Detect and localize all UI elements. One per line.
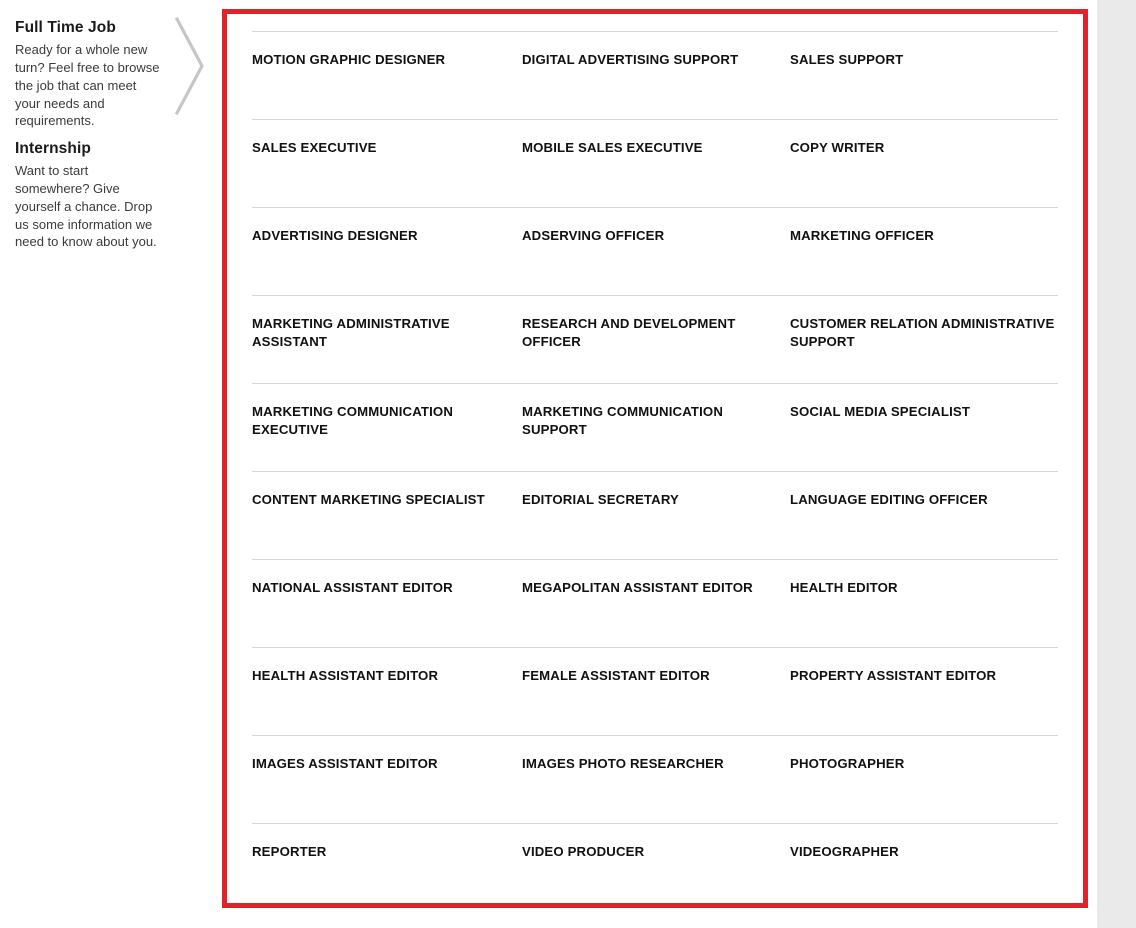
job-title: MOTION GRAPHIC DESIGNER (252, 52, 446, 67)
job-title: FEMALE ASSISTANT EDITOR (522, 668, 710, 683)
job-title: MOBILE SALES EXECUTIVE (522, 140, 703, 155)
sidebar-section-internship: Internship Want to start somewhere? Give… (15, 139, 162, 251)
job-title: HEALTH ASSISTANT EDITOR (252, 668, 439, 683)
job-row: REPORTER VIDEO PRODUCER VIDEOGRAPHER (252, 823, 1058, 911)
job-title: SOCIAL MEDIA SPECIALIST (790, 404, 971, 419)
job-listing-item[interactable]: LANGUAGE EDITING OFFICER (790, 472, 1058, 509)
job-title: REPORTER (252, 844, 327, 859)
job-listing-item[interactable]: PHOTOGRAPHER (790, 736, 1058, 773)
job-listing-item[interactable]: CUSTOMER RELATION ADMINISTRATIVE SUPPORT (790, 296, 1058, 351)
job-listing-item[interactable]: HEALTH ASSISTANT EDITOR (252, 648, 522, 685)
job-listing-item[interactable]: IMAGES PHOTO RESEARCHER (522, 736, 790, 773)
job-listing-item[interactable]: DIGITAL ADVERTISING SUPPORT (522, 32, 790, 69)
job-row: MOTION GRAPHIC DESIGNER DIGITAL ADVERTIS… (252, 31, 1058, 119)
job-title: CUSTOMER RELATION ADMINISTRATIVE SUPPORT (790, 316, 1055, 349)
job-listing-item[interactable]: MARKETING ADMINISTRATIVE ASSISTANT (252, 296, 522, 351)
job-row: SALES EXECUTIVE MOBILE SALES EXECUTIVE C… (252, 119, 1058, 207)
job-title: ADSERVING OFFICER (522, 228, 665, 243)
job-listing-item[interactable]: HEALTH EDITOR (790, 560, 1058, 597)
job-title: PHOTOGRAPHER (790, 756, 905, 771)
job-title: CONTENT MARKETING SPECIALIST (252, 492, 485, 507)
job-listing-item[interactable]: RESEARCH AND DEVELOPMENT OFFICER (522, 296, 790, 351)
job-listing-item[interactable]: ADSERVING OFFICER (522, 208, 790, 245)
job-listing-item[interactable]: EDITORIAL SECRETARY (522, 472, 790, 509)
job-title: COPY WRITER (790, 140, 885, 155)
job-title: VIDEOGRAPHER (790, 844, 899, 859)
job-title: DIGITAL ADVERTISING SUPPORT (522, 52, 739, 67)
job-title: EDITORIAL SECRETARY (522, 492, 679, 507)
job-row: HEALTH ASSISTANT EDITOR FEMALE ASSISTANT… (252, 647, 1058, 735)
job-listing-item[interactable]: IMAGES ASSISTANT EDITOR (252, 736, 522, 773)
job-listing-item[interactable]: VIDEO PRODUCER (522, 824, 790, 861)
sidebar: Full Time Job Ready for a whole new turn… (0, 0, 176, 928)
page-root: Full Time Job Ready for a whole new turn… (0, 0, 1136, 928)
job-title: MARKETING COMMUNICATION SUPPORT (522, 404, 723, 437)
job-row: MARKETING ADMINISTRATIVE ASSISTANT RESEA… (252, 295, 1058, 383)
job-title: SALES EXECUTIVE (252, 140, 377, 155)
job-listing-item[interactable]: SALES SUPPORT (790, 32, 1058, 69)
job-title: HEALTH EDITOR (790, 580, 898, 595)
job-title: RESEARCH AND DEVELOPMENT OFFICER (522, 316, 736, 349)
job-title: LANGUAGE EDITING OFFICER (790, 492, 988, 507)
right-gutter-panel (1097, 0, 1136, 928)
job-title: SALES SUPPORT (790, 52, 904, 67)
chevron-right-icon (172, 16, 208, 116)
job-listing-item[interactable]: NATIONAL ASSISTANT EDITOR (252, 560, 522, 597)
job-listing-frame: MOTION GRAPHIC DESIGNER DIGITAL ADVERTIS… (222, 9, 1088, 908)
job-title: ADVERTISING DESIGNER (252, 228, 418, 243)
job-listing-grid: MOTION GRAPHIC DESIGNER DIGITAL ADVERTIS… (252, 31, 1058, 911)
job-listing-item[interactable]: ADVERTISING DESIGNER (252, 208, 522, 245)
job-title: MEGAPOLITAN ASSISTANT EDITOR (522, 580, 753, 595)
job-title: IMAGES PHOTO RESEARCHER (522, 756, 724, 771)
job-row: CONTENT MARKETING SPECIALIST EDITORIAL S… (252, 471, 1058, 559)
sidebar-text-internship: Want to start somewhere? Give yourself a… (15, 163, 157, 250)
job-listing-item[interactable]: MARKETING COMMUNICATION SUPPORT (522, 384, 790, 439)
job-row: IMAGES ASSISTANT EDITOR IMAGES PHOTO RES… (252, 735, 1058, 823)
sidebar-heading-internship: Internship (15, 140, 91, 158)
job-listing-item[interactable]: VIDEOGRAPHER (790, 824, 1058, 861)
job-listing-item[interactable]: SALES EXECUTIVE (252, 120, 522, 157)
job-listing-item[interactable]: MARKETING OFFICER (790, 208, 1058, 245)
job-title: MARKETING OFFICER (790, 228, 934, 243)
job-row: ADVERTISING DESIGNER ADSERVING OFFICER M… (252, 207, 1058, 295)
job-title: IMAGES ASSISTANT EDITOR (252, 756, 438, 771)
job-listing-item[interactable]: COPY WRITER (790, 120, 1058, 157)
sidebar-heading-full-time-job: Full Time Job (15, 19, 116, 36)
job-listing-item[interactable]: MEGAPOLITAN ASSISTANT EDITOR (522, 560, 790, 597)
job-row: MARKETING COMMUNICATION EXECUTIVE MARKET… (252, 383, 1058, 471)
job-listing-item[interactable]: MARKETING COMMUNICATION EXECUTIVE (252, 384, 522, 439)
job-title: NATIONAL ASSISTANT EDITOR (252, 580, 453, 595)
job-listing-item[interactable]: SOCIAL MEDIA SPECIALIST (790, 384, 1058, 421)
job-listing-item[interactable]: MOTION GRAPHIC DESIGNER (252, 32, 522, 69)
job-listing-item[interactable]: REPORTER (252, 824, 522, 861)
sidebar-text-full-time-job: Ready for a whole new turn? Feel free to… (15, 42, 160, 129)
job-title: PROPERTY ASSISTANT EDITOR (790, 668, 997, 683)
job-listing-item[interactable]: PROPERTY ASSISTANT EDITOR (790, 648, 1058, 685)
job-listing-item[interactable]: MOBILE SALES EXECUTIVE (522, 120, 790, 157)
job-listing-item[interactable]: CONTENT MARKETING SPECIALIST (252, 472, 522, 509)
job-listing-item[interactable]: FEMALE ASSISTANT EDITOR (522, 648, 790, 685)
job-row: NATIONAL ASSISTANT EDITOR MEGAPOLITAN AS… (252, 559, 1058, 647)
job-title: VIDEO PRODUCER (522, 844, 645, 859)
sidebar-section-full-time-job: Full Time Job Ready for a whole new turn… (15, 18, 162, 130)
job-title: MARKETING COMMUNICATION EXECUTIVE (252, 404, 453, 437)
job-title: MARKETING ADMINISTRATIVE ASSISTANT (252, 316, 450, 349)
